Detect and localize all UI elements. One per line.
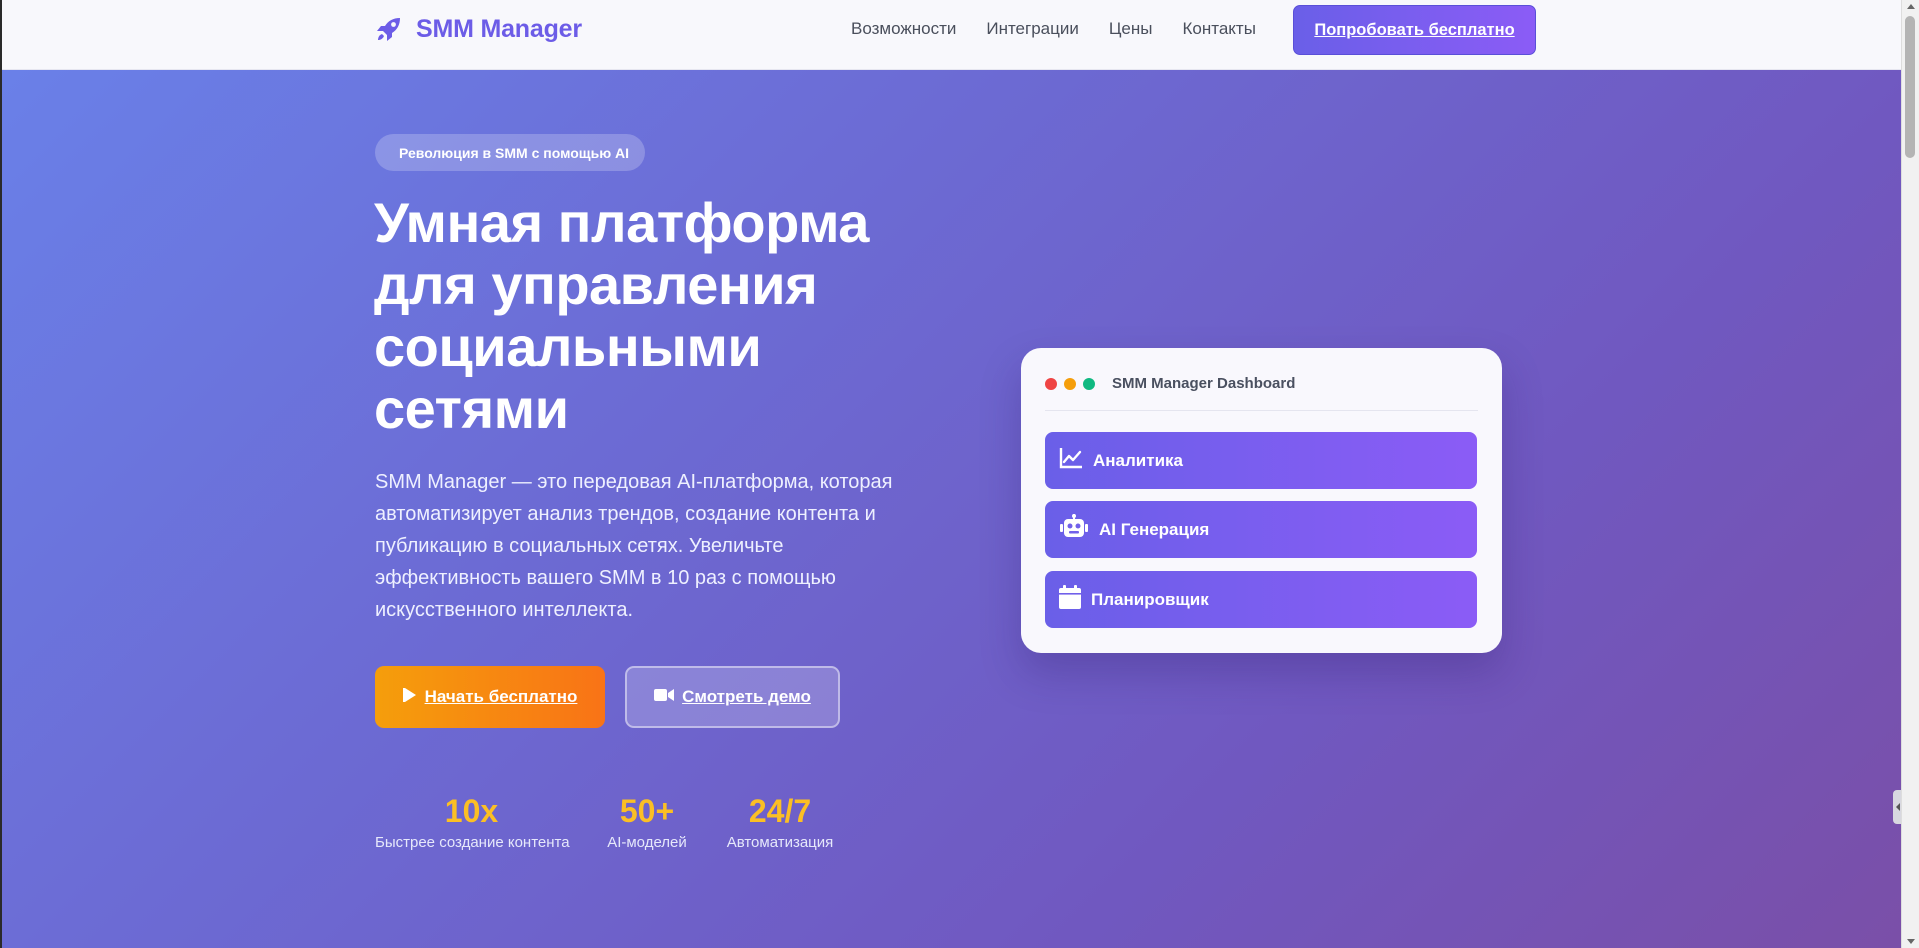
nav-link-integrations[interactable]: Интеграции xyxy=(986,19,1079,39)
hero-title-line: Умная платформа xyxy=(374,191,869,254)
hero-description: SMM Manager — это передовая AI-платформа… xyxy=(375,466,930,626)
calendar-icon xyxy=(1059,585,1081,614)
stat-item: 24/7 Автоматизация xyxy=(726,792,834,851)
stat-label: AI-моделей xyxy=(607,834,687,851)
window-close-dot xyxy=(1045,378,1057,390)
dashboard-preview: SMM Manager Dashboard Аналитика AI Генер… xyxy=(1021,348,1502,653)
main-nav: Возможности Интеграции Цены Контакты xyxy=(851,19,1256,39)
site-header: SMM Manager Возможности Интеграции Цены … xyxy=(2,0,1901,70)
start-free-button[interactable]: Начать бесплатно xyxy=(375,666,605,728)
dashboard-item-label: Планировщик xyxy=(1091,589,1209,609)
scroll-thumb[interactable] xyxy=(1905,16,1915,158)
dashboard-title: SMM Manager Dashboard xyxy=(1112,375,1296,392)
dashboard-item-scheduler[interactable]: Планировщик xyxy=(1045,571,1477,628)
watch-demo-button[interactable]: Смотреть демо xyxy=(625,666,840,728)
hero-title-line: сетями xyxy=(374,377,569,440)
stat-value: 10x xyxy=(444,793,499,829)
hero-badge: Революция в SMM с помощью AI xyxy=(375,134,646,171)
scroll-down-arrow-icon[interactable] xyxy=(1907,939,1915,944)
page-scrollbar[interactable] xyxy=(1901,0,1919,948)
hero-title-line: социальными xyxy=(374,315,762,378)
chart-line-icon xyxy=(1059,447,1083,474)
rocket-icon xyxy=(374,14,404,44)
video-camera-icon xyxy=(654,687,675,707)
robot-icon xyxy=(1059,514,1089,545)
window-minimize-dot xyxy=(1064,378,1076,390)
stat-item: 10x Быстрее создание контента xyxy=(375,792,570,851)
hero-description-line: публикацию в социальных сетях. Увеличьте xyxy=(375,535,784,557)
hero-title: Умная платформа для управления социальны… xyxy=(374,192,934,440)
nav-link-features[interactable]: Возможности xyxy=(851,19,956,39)
stat-item: 50+ AI-моделей xyxy=(607,792,687,851)
logo[interactable]: SMM Manager xyxy=(374,14,582,44)
try-free-button[interactable]: Попробовать бесплатно xyxy=(1293,5,1536,55)
hero-description-line: искусственного интеллекта. xyxy=(375,599,634,621)
watch-demo-label: Смотреть демо xyxy=(682,687,811,706)
nav-link-contacts[interactable]: Контакты xyxy=(1183,19,1256,39)
dashboard-item-analytics[interactable]: Аналитика xyxy=(1045,432,1477,489)
hero-description-line: SMM Manager — это передовая AI-платформа… xyxy=(375,471,893,493)
start-free-label: Начать бесплатно xyxy=(424,687,578,706)
brand-name: SMM Manager xyxy=(416,14,582,43)
hero-description-line: автоматизирует анализ трендов, создание … xyxy=(375,503,876,525)
dashboard-item-label: AI Генерация xyxy=(1099,519,1210,539)
chevron-left-icon xyxy=(1896,803,1900,811)
stat-label: Автоматизация xyxy=(726,834,834,851)
window-maximize-dot xyxy=(1083,378,1095,390)
dashboard-item-label: Аналитика xyxy=(1093,450,1183,470)
hero-section: Революция в SMM с помощью AI Умная платф… xyxy=(2,70,1901,948)
stat-label: Быстрее создание контента xyxy=(375,834,570,851)
scroll-up-arrow-icon[interactable] xyxy=(1907,4,1915,9)
play-icon xyxy=(402,687,417,708)
nav-link-pricing[interactable]: Цены xyxy=(1109,19,1153,39)
dashboard-header: SMM Manager Dashboard xyxy=(1045,372,1478,411)
hero-description-line: эффективность вашего SMM в 10 раз с помо… xyxy=(375,567,836,589)
stat-value: 24/7 xyxy=(748,793,812,829)
stat-value: 50+ xyxy=(619,793,675,829)
dashboard-item-ai-generation[interactable]: AI Генерация xyxy=(1045,501,1477,558)
page: SMM Manager Возможности Интеграции Цены … xyxy=(0,0,1901,948)
hero-title-line: для управления xyxy=(374,253,818,316)
